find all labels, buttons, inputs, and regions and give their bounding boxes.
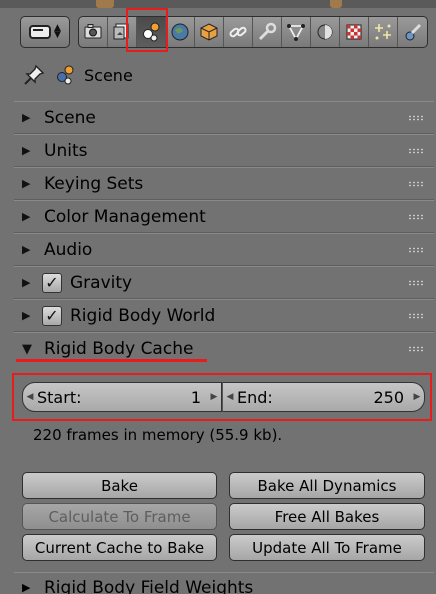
panel-title: Keying Sets (44, 173, 144, 194)
camera-render-icon (84, 24, 102, 39)
tab-material[interactable] (311, 17, 340, 47)
collapsed-triangle-icon: ▶ (22, 243, 31, 256)
panel-scene[interactable]: ▶ Scene (14, 101, 434, 134)
current-cache-to-bake-button[interactable]: Current Cache to Bake (22, 534, 217, 561)
tab-modifiers[interactable] (253, 17, 282, 47)
increment-arrow-icon[interactable]: ▶ (410, 392, 424, 402)
cache-title-underline (16, 359, 207, 362)
drag-grip-icon[interactable] (408, 346, 424, 352)
decor-blob (96, 0, 114, 8)
start-label: Start: (37, 387, 82, 407)
properties-toolbar: ▲ ▼ (20, 14, 428, 50)
tab-world[interactable] (166, 17, 195, 47)
material-icon (317, 24, 333, 40)
context-label: Scene (84, 65, 133, 85)
gravity-checkbox[interactable]: ✓ (42, 272, 62, 293)
drag-grip-icon[interactable] (408, 280, 424, 286)
panel-title: Rigid Body Cache (44, 339, 194, 359)
physics-icon (405, 23, 421, 41)
editor-type-icon (29, 25, 52, 39)
collapsed-triangle-icon: ▶ (22, 276, 31, 289)
collapsed-triangle-icon: ▶ (22, 309, 31, 322)
editor-type-menu-button[interactable]: ▲ ▼ (20, 16, 70, 48)
drag-grip-icon[interactable] (408, 214, 424, 220)
tab-render[interactable] (79, 17, 108, 47)
collapsed-triangle-icon: ▶ (22, 111, 31, 124)
decor-blob (330, 0, 342, 8)
cache-start-field[interactable]: ◀ Start: 1 ▶ (22, 382, 222, 412)
collapsed-triangle-icon: ▶ (22, 177, 31, 190)
drag-grip-icon[interactable] (408, 115, 424, 121)
drag-grip-icon[interactable] (408, 148, 424, 154)
bake-button[interactable]: Bake (22, 472, 217, 499)
panel-rigid-body-world[interactable]: ▶ ✓ Rigid Body World (14, 299, 434, 332)
tab-physics[interactable] (398, 17, 427, 47)
constraints-icon (229, 26, 247, 38)
panel-units[interactable]: ▶ Units (14, 134, 434, 167)
tab-object[interactable] (195, 17, 224, 47)
calculate-to-frame-button[interactable]: Calculate To Frame (22, 503, 217, 530)
tab-constraints[interactable] (224, 17, 253, 47)
panel-rigid-body-field-weights[interactable]: ▶ Rigid Body Field Weights (14, 572, 434, 594)
bake-all-dynamics-button[interactable]: Bake All Dynamics (229, 472, 425, 499)
increment-arrow-icon[interactable]: ▶ (207, 392, 221, 402)
panel-title: Rigid Body World (70, 305, 216, 326)
tab-texture[interactable] (340, 17, 369, 47)
collapsed-triangle-icon: ▶ (22, 144, 31, 157)
panel-keying-sets[interactable]: ▶ Keying Sets (14, 167, 434, 200)
drag-grip-icon[interactable] (408, 247, 424, 253)
expanded-triangle-icon: ▼ (22, 341, 32, 357)
decrement-arrow-icon[interactable]: ◀ (23, 392, 37, 402)
panel-title: Scene (44, 107, 96, 128)
panel-gravity[interactable]: ▶ ✓ Gravity (14, 266, 434, 299)
collapsed-triangle-icon: ▶ (22, 210, 31, 223)
end-label: End: (237, 387, 273, 407)
world-icon (171, 23, 189, 41)
start-value: 1 (190, 387, 201, 407)
drag-grip-icon[interactable] (408, 181, 424, 187)
panel-title: Units (44, 140, 88, 161)
drag-grip-icon[interactable] (408, 313, 424, 319)
panel-color-management[interactable]: ▶ Color Management (14, 200, 434, 233)
scene-icon (57, 65, 74, 85)
modifiers-icon (258, 22, 277, 41)
update-all-to-frame-button[interactable]: Update All To Frame (229, 534, 425, 561)
collapsed-triangle-icon: ▶ (22, 581, 31, 594)
pin-icon[interactable] (22, 63, 46, 87)
panel-title: Rigid Body Field Weights (44, 577, 254, 594)
object-icon (200, 23, 218, 41)
end-value: 250 (373, 387, 404, 407)
mesh-data-icon (287, 24, 305, 41)
texture-icon (346, 24, 362, 40)
free-all-bakes-button[interactable]: Free All Bakes (229, 503, 425, 530)
scene-tab-highlight (126, 8, 168, 52)
properties-panels: ▶ Scene ▶ Units ▶ Keying Sets ▶ Color Ma… (14, 101, 434, 365)
panel-audio[interactable]: ▶ Audio (14, 233, 434, 266)
tab-data[interactable] (282, 17, 311, 47)
context-breadcrumb: Scene (22, 60, 133, 90)
decrement-arrow-icon[interactable]: ◀ (223, 392, 237, 402)
panel-title: Audio (44, 239, 93, 260)
cache-memory-info: 220 frames in memory (55.9 kb). (33, 426, 283, 444)
particles-icon (375, 24, 391, 40)
cache-end-field[interactable]: ◀ End: 250 ▶ (222, 382, 425, 412)
rigid-body-world-checkbox[interactable]: ✓ (42, 305, 62, 326)
window-top-edge (0, 0, 436, 8)
panel-title: Gravity (70, 272, 133, 293)
updown-arrows-icon: ▲ ▼ (54, 23, 61, 40)
panel-title: Color Management (44, 206, 206, 227)
tab-particles[interactable] (369, 17, 398, 47)
